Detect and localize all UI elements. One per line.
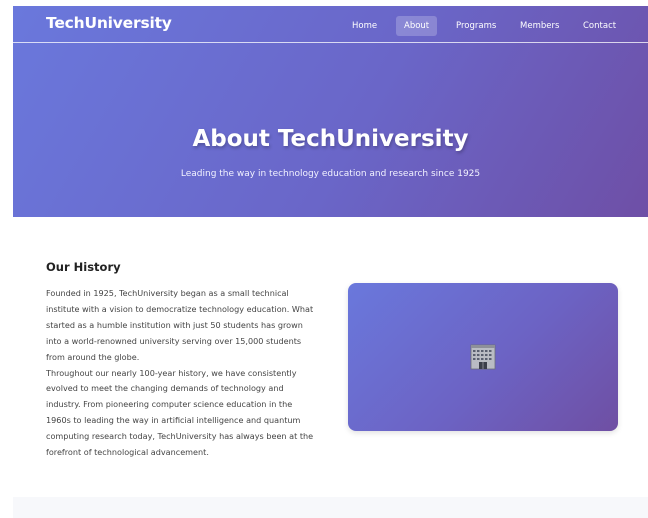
nav-home[interactable]: Home — [344, 16, 385, 36]
office-building-icon — [470, 344, 496, 370]
hero-section: TechUniversity Home About Programs Membe… — [13, 6, 648, 217]
nav-programs[interactable]: Programs — [448, 16, 504, 36]
page-title: About TechUniversity — [192, 126, 469, 152]
nav-members[interactable]: Members — [512, 16, 567, 36]
navbar: TechUniversity Home About Programs Membe… — [13, 6, 648, 43]
history-paragraph: Throughout our nearly 100-year history, … — [46, 367, 314, 458]
history-image — [348, 283, 618, 431]
page-subtitle: Leading the way in technology education … — [180, 169, 481, 179]
next-section — [13, 497, 648, 518]
history-text: Founded in 1925, TechUniversity began as… — [46, 286, 318, 461]
nav-contact[interactable]: Contact — [575, 16, 624, 36]
history-heading: Our History — [46, 260, 121, 274]
brand-logo[interactable]: TechUniversity — [46, 14, 172, 32]
history-paragraph: Founded in 1925, TechUniversity began as… — [46, 288, 314, 362]
nav-about[interactable]: About — [396, 16, 438, 36]
